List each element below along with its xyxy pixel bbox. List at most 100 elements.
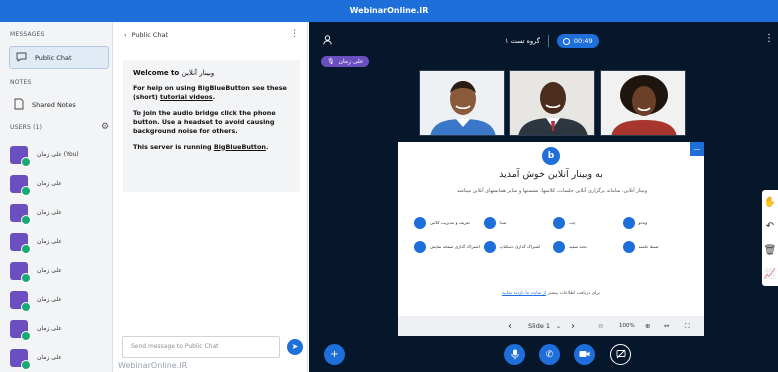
record-icon: [562, 37, 570, 45]
microphone-button[interactable]: [504, 344, 525, 365]
multi-user-whiteboard-icon[interactable]: 📈: [764, 269, 776, 280]
fullscreen-icon[interactable]: ⛶: [685, 322, 690, 331]
feature-item: ضبط جلسه: [622, 241, 693, 253]
screen-share-button[interactable]: [610, 344, 631, 365]
help-text-end: .: [212, 93, 216, 102]
options-menu-icon[interactable]: ⋮: [764, 33, 774, 44]
next-slide-button[interactable]: ›: [571, 321, 575, 332]
webcam-tile[interactable]: [419, 70, 505, 136]
feature-item: چت: [553, 217, 623, 229]
watermark: WebinarOnline.IR: [118, 361, 188, 370]
bigbluebutton-link[interactable]: BigBlueButton: [214, 143, 266, 151]
user-name: علی زمان: [37, 354, 62, 361]
feature-label: صدا: [499, 220, 507, 226]
phone-button[interactable]: ✆: [539, 344, 560, 365]
kebab-menu-icon[interactable]: ⋮: [290, 29, 299, 39]
tutorial-link[interactable]: tutorial videos: [160, 93, 213, 101]
list-item[interactable]: علی زمان: [10, 343, 110, 372]
slide-selector[interactable]: Slide 1: [528, 322, 550, 330]
list-item[interactable]: علی زمان: [10, 285, 110, 314]
gear-icon[interactable]: ⚙: [101, 122, 109, 132]
fit-width-icon[interactable]: ↔: [664, 322, 669, 330]
user-name: علی زمان: [37, 267, 62, 274]
webcam-button[interactable]: [574, 344, 595, 365]
shared-notes-item[interactable]: Shared Notes: [10, 94, 110, 116]
presentation-toolbar: ‹ Slide 1 ⌄ › ⊖ 100% ⊕ ↔ ⛶: [398, 316, 704, 336]
zoom-in-icon[interactable]: ⊕: [645, 322, 650, 330]
user-name: علی زمان: [37, 180, 62, 187]
slide-footer-text: برای دریافت اطلاعات بیشتر: [547, 291, 601, 296]
avatar: [10, 290, 31, 312]
zoom-out-icon[interactable]: ⊖: [598, 322, 603, 330]
list-item[interactable]: علی زمان: [10, 227, 110, 256]
app-title: WebinarOnline.IR: [349, 6, 429, 15]
whiteboard-toolbar: ✋ ↶ 🗑 📈: [762, 190, 778, 286]
public-chat-item[interactable]: Public Chat: [9, 46, 109, 69]
undo-icon[interactable]: ↶: [766, 221, 774, 232]
app-title-bar: WebinarOnline.IR: [0, 0, 778, 22]
list-item[interactable]: علی زمان: [10, 198, 110, 227]
webcam-tile[interactable]: [509, 70, 595, 136]
zoom-level: 100%: [619, 323, 635, 329]
chat-panel: ‹ Public Chat ⋮ Welcome to وبینار آنلاین…: [114, 22, 308, 372]
phone-icon: ✆: [545, 350, 554, 360]
welcome-title-prefix: Welcome to: [133, 69, 180, 77]
user-icon[interactable]: [323, 35, 332, 48]
slide-footer-link[interactable]: از سایت ما بازدید نمایید: [502, 291, 546, 296]
webcam-person-image: [510, 71, 594, 135]
hand-tool-icon[interactable]: ✋: [764, 197, 776, 208]
previous-slide-button[interactable]: ‹: [508, 321, 512, 332]
room-name: گروه تست ۱: [505, 37, 540, 45]
minimize-presentation-button[interactable]: —: [690, 142, 704, 156]
public-chat-label: Public Chat: [35, 53, 72, 62]
feature-label: ضبط جلسه: [638, 244, 659, 250]
user-name: علی زمان: [37, 209, 62, 216]
notes-icon: [14, 98, 24, 112]
feature-icon: [483, 241, 496, 253]
feature-icon: [483, 217, 496, 229]
welcome-message: Welcome to وبینار آنلاین For help on usi…: [123, 60, 300, 192]
feature-item: تخته سفید: [553, 241, 623, 253]
microphone-icon: 🎙: [327, 58, 335, 65]
microphone-icon: [510, 349, 519, 360]
slide-title: به وبینار آنلاین خوش آمدید: [499, 169, 603, 180]
feature-item: صدا: [483, 217, 554, 229]
sidebar: MESSAGES Public Chat NOTES Shared Notes …: [0, 22, 113, 372]
feature-label: تخته سفید: [569, 244, 587, 250]
feature-icon: [414, 217, 426, 229]
chevron-down-icon[interactable]: ⌄: [556, 323, 561, 330]
slide-subtitle: وبینار آنلاین، سامانه برگزاری آنلاین جلس…: [457, 188, 647, 194]
list-item[interactable]: علی زمان (You): [10, 140, 110, 169]
list-item[interactable]: علی زمان: [10, 169, 110, 198]
send-button[interactable]: ➤: [287, 339, 303, 355]
list-item[interactable]: علی زمان: [10, 314, 110, 343]
user-name: علی زمان: [37, 325, 62, 332]
chat-message-input[interactable]: Send message to Public Chat: [122, 336, 280, 358]
avatar: [10, 348, 31, 370]
avatar: [10, 232, 31, 254]
user-name: علی زمان: [37, 296, 62, 303]
list-item[interactable]: علی زمان: [10, 256, 110, 285]
webcam-tile[interactable]: [600, 70, 686, 136]
server-text-end: .: [265, 142, 269, 151]
messages-section-label: MESSAGES: [10, 31, 45, 38]
chevron-left-icon[interactable]: ‹: [124, 31, 127, 39]
chat-header[interactable]: ‹ Public Chat: [124, 31, 168, 39]
actions-button[interactable]: +: [324, 344, 345, 365]
feature-item: ویدئو: [622, 217, 693, 229]
webcam-person-image: [601, 71, 685, 135]
avatar: [10, 145, 31, 167]
trash-icon[interactable]: 🗑: [764, 245, 777, 256]
feature-grid: تعریف و مدیریت کلاس صدا چت ویدئو اشتراک …: [414, 217, 692, 253]
avatar: [10, 319, 31, 341]
feature-item: اشتراک گذاری صفحه نمایش: [414, 241, 484, 253]
feature-item: تعریف و مدیریت کلاس: [414, 217, 484, 229]
presenter-name: علی زمان: [338, 58, 364, 65]
presenter-tag[interactable]: 🎙 علی زمان: [321, 56, 370, 67]
presentation-slide[interactable]: — b به وبینار آنلاین خوش آمدید وبینار آن…: [398, 142, 704, 316]
session-status: گروه تست ۱ 00:49: [505, 34, 599, 48]
avatar: [10, 261, 31, 283]
camera-icon: [579, 351, 590, 357]
webcam-person-image: [420, 71, 504, 135]
recording-indicator[interactable]: 00:49: [556, 34, 599, 48]
